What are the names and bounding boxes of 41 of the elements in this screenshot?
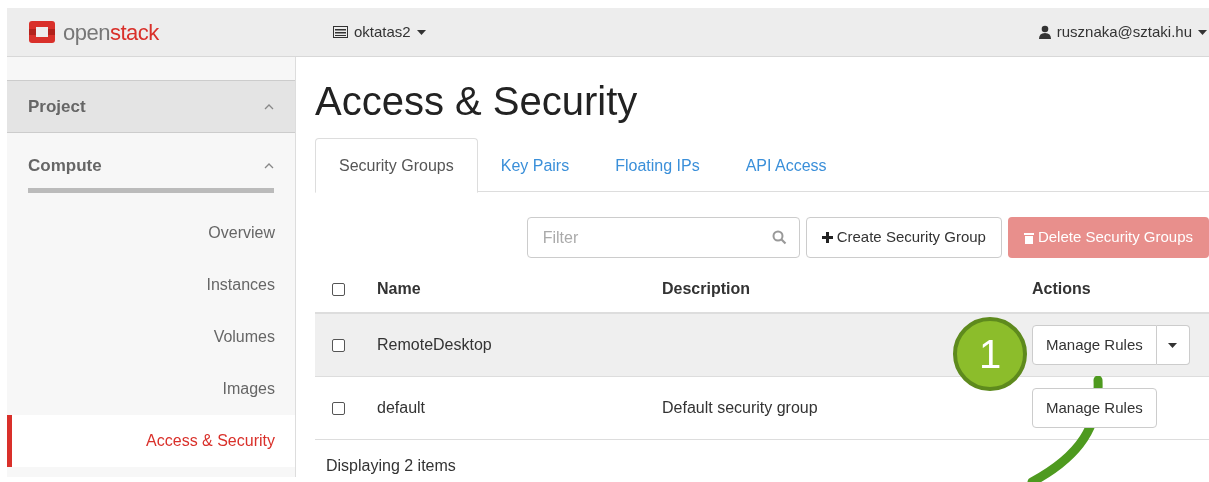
checkbox[interactable] [332,401,345,415]
sidebar-group[interactable]: Compute [28,153,274,193]
table-cell-text: default [377,398,427,418]
user-icon [1038,25,1051,39]
sidebar-item[interactable]: Images [7,362,295,415]
server-icon [333,26,348,38]
logo-icon [27,19,57,45]
sidebar-item[interactable]: Instances [7,258,295,311]
sidebar-item[interactable]: Access & Security [7,414,295,467]
chevron-up-icon [264,103,274,110]
plus-icon [821,232,833,243]
manage-rules-button[interactable]: Manage Rules [1032,388,1157,428]
chevron-up-icon [264,162,274,169]
sidebar-item[interactable]: Overview [7,206,295,259]
sidebar-item[interactable]: Volumes [7,310,295,363]
trash-icon [1023,231,1034,244]
column-header: Description [662,279,751,299]
checkbox[interactable] [332,282,345,296]
caret-icon [1198,29,1207,35]
tab[interactable]: API Access [722,138,850,193]
caret-icon [1168,342,1178,348]
sidebar-section[interactable]: Project [7,80,295,133]
search-icon [771,230,787,245]
item-count: Displaying 2 items [325,456,457,476]
project-dropdown[interactable]: oktatas2 [333,20,426,44]
table-cell: Default security group [662,399,818,416]
manage-rules-button[interactable]: Manage Rules [1032,325,1157,365]
tab[interactable]: Floating IPs [592,138,723,193]
logo-text: openstack [63,18,159,47]
column-header: Actions [1032,279,1091,299]
table-cell-text: RemoteDesktop [377,335,493,355]
tab[interactable]: Security Groups [315,138,478,193]
tab[interactable]: Key Pairs [477,138,593,193]
column-header: Name [377,279,422,299]
caret-icon [416,29,426,35]
user-menu[interactable]: rusznaka@sztaki.hu [1038,20,1209,44]
dropdown-toggle[interactable] [1156,325,1190,365]
filter-field[interactable]: Filter [526,217,800,258]
page-title: Access & Security [315,78,639,125]
create-security-group-button[interactable]: Create Security Group [805,217,1002,258]
checkbox[interactable] [332,338,345,352]
